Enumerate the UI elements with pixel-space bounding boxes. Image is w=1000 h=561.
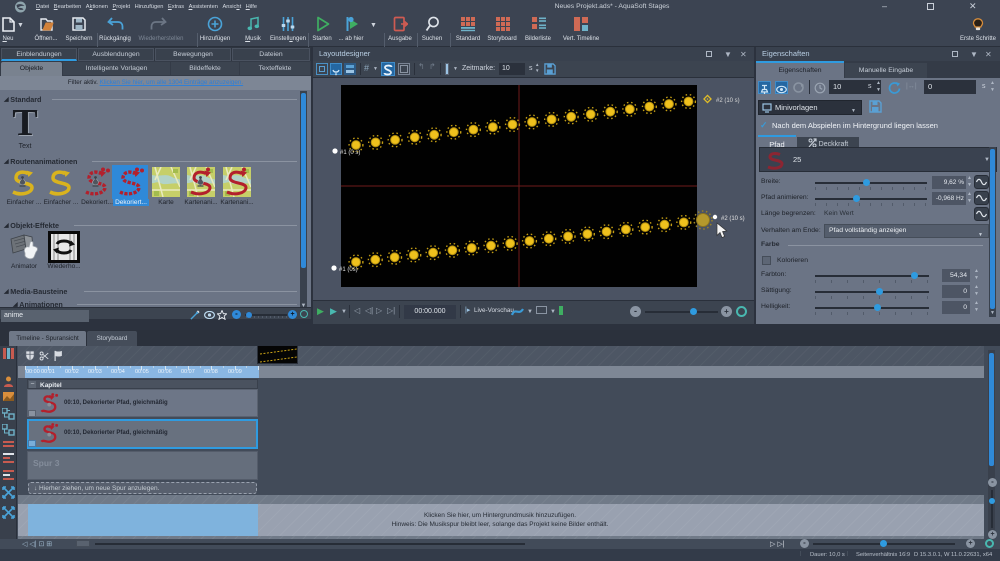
svg-text:#2 (10 s): #2 (10 s) — [721, 216, 745, 222]
svg-text:#1 (0s): #1 (0s) — [339, 267, 358, 273]
svg-text:#2 (10 s): #2 (10 s) — [716, 98, 740, 104]
svg-text:#1 (0 s): #1 (0 s) — [340, 150, 360, 156]
